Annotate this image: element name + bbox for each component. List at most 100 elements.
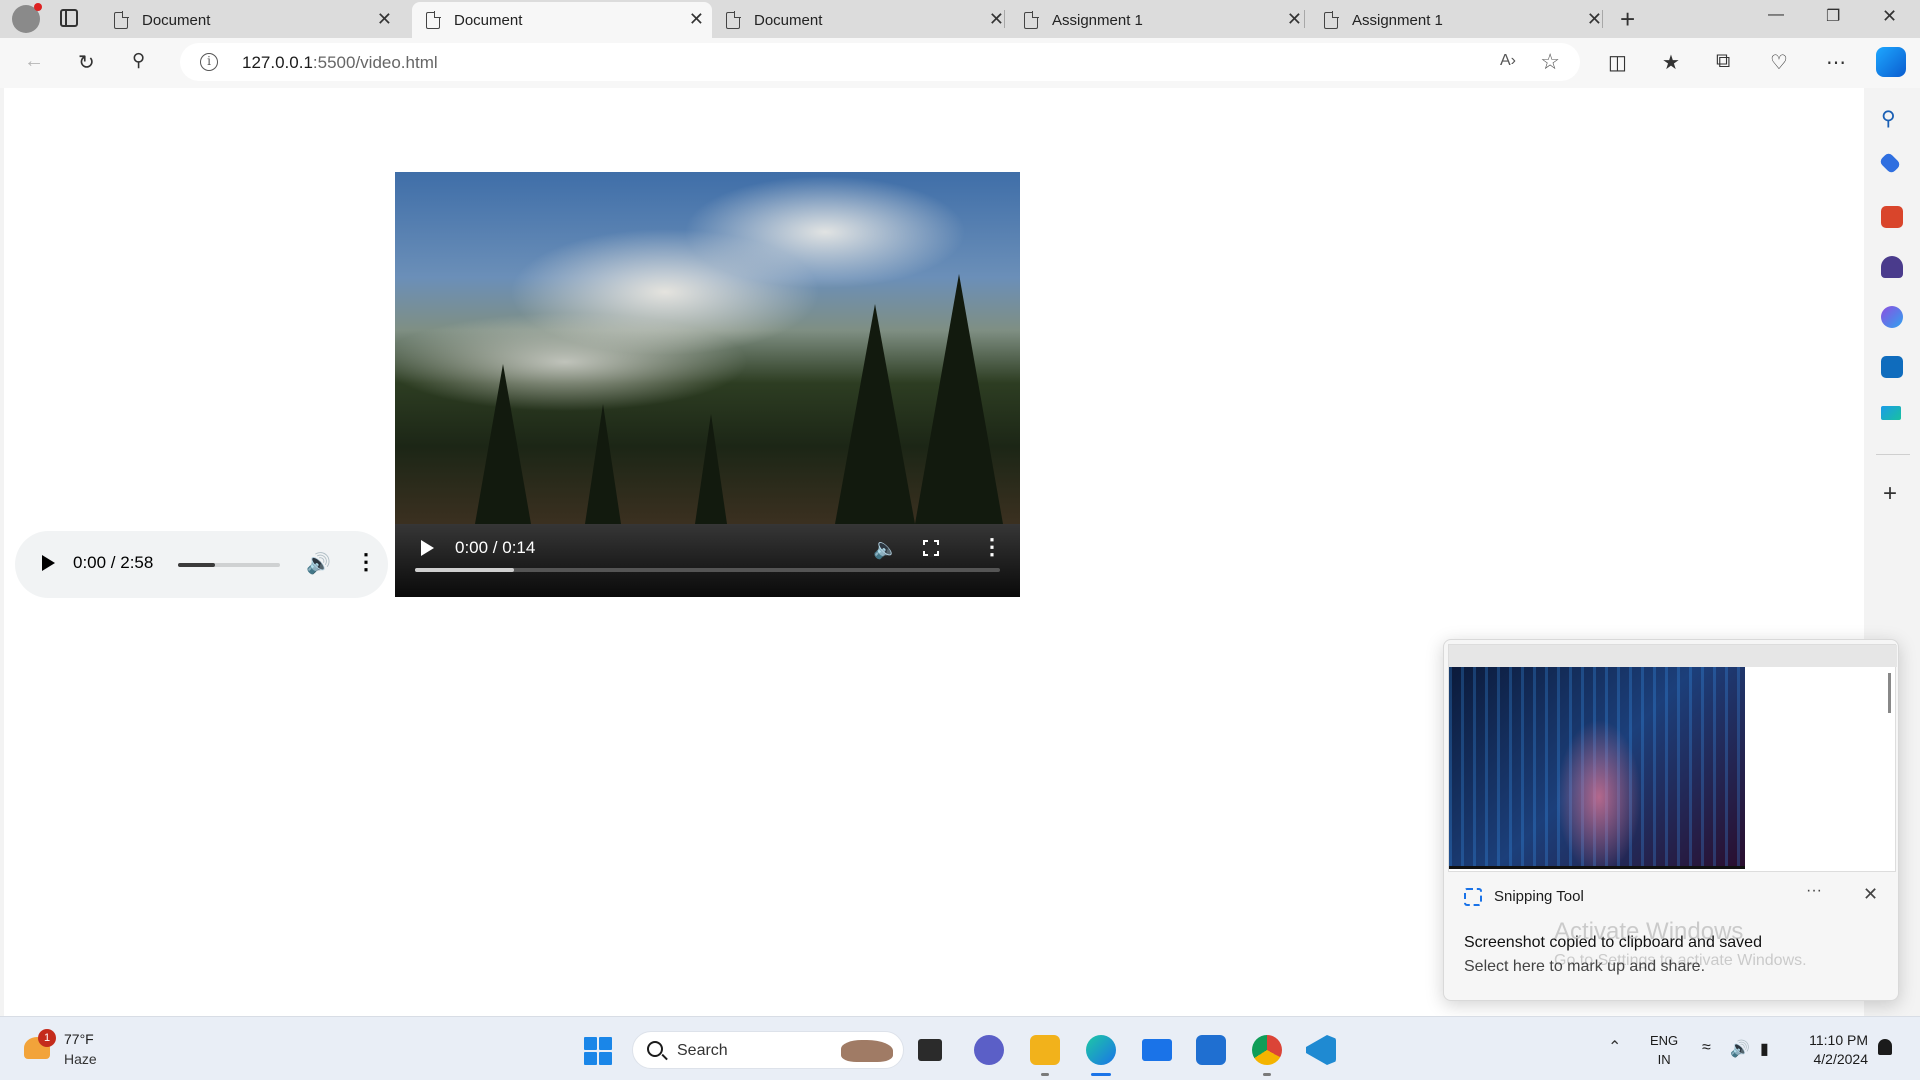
volume-level bbox=[178, 563, 215, 567]
minimize-icon[interactable]: — bbox=[1768, 6, 1784, 24]
address-bar[interactable]: i 127.0.0.1:5500/video.html A› ☆ bbox=[180, 43, 1580, 81]
weather-condition[interactable]: Haze bbox=[64, 1051, 97, 1067]
refresh-icon[interactable]: ↻ bbox=[78, 50, 95, 75]
tab-document-3[interactable]: Document ✕ bbox=[712, 2, 1012, 38]
battery-icon[interactable]: ▮ bbox=[1760, 1039, 1769, 1059]
show-hidden-icons-icon[interactable]: ⌃ bbox=[1608, 1037, 1621, 1057]
screenshot-thumbnail[interactable] bbox=[1448, 644, 1897, 872]
task-view-icon[interactable] bbox=[918, 1039, 942, 1061]
copilot-icon[interactable] bbox=[1876, 47, 1906, 77]
back-icon[interactable]: ← bbox=[24, 50, 44, 73]
sidebar-search-icon[interactable]: ⚲ bbox=[1881, 106, 1903, 130]
close-tab-icon[interactable]: ✕ bbox=[1287, 10, 1302, 28]
shopping-tag-icon[interactable] bbox=[1878, 151, 1902, 175]
video-time: 0:00 / 0:14 bbox=[455, 538, 536, 557]
play-icon[interactable] bbox=[42, 555, 55, 571]
close-tab-icon[interactable]: ✕ bbox=[1587, 10, 1602, 28]
video-mute-icon[interactable]: 🔈 bbox=[873, 536, 898, 561]
tree-shape bbox=[835, 304, 915, 524]
add-sidebar-app-icon[interactable]: + bbox=[1883, 480, 1897, 508]
snipping-tool-notification[interactable]: Snipping Tool ··· ✕ Activate Windows Go … bbox=[1443, 639, 1899, 1001]
tab-label: Document bbox=[454, 11, 523, 29]
wifi-icon[interactable]: ≈ bbox=[1702, 1039, 1711, 1057]
outlook-icon[interactable] bbox=[1881, 356, 1903, 378]
search-icon[interactable]: ⚲ bbox=[132, 50, 145, 71]
document-icon bbox=[426, 10, 441, 29]
search-icon bbox=[647, 1041, 663, 1057]
more-icon[interactable]: ⋯ bbox=[1826, 50, 1846, 75]
notification-app-name: Snipping Tool bbox=[1494, 888, 1584, 905]
tab-document-1[interactable]: Document ✕ bbox=[100, 2, 400, 38]
collections-icon[interactable]: ⧉ bbox=[1716, 50, 1730, 73]
favorites-icon[interactable]: ★ bbox=[1662, 50, 1680, 75]
video-more-icon[interactable]: ⋮ bbox=[981, 534, 1003, 560]
notification-body: Select here to mark up and share. bbox=[1464, 958, 1706, 975]
microsoft-365-icon[interactable] bbox=[1881, 306, 1903, 328]
weather-temperature[interactable]: 77°F bbox=[64, 1031, 94, 1047]
fullscreen-icon[interactable] bbox=[922, 539, 940, 557]
tab-assignment-2[interactable]: Assignment 1 ✕ bbox=[1310, 2, 1610, 38]
read-aloud-icon[interactable]: A› bbox=[1500, 52, 1516, 70]
mail-icon[interactable] bbox=[1142, 1039, 1172, 1061]
tree-shape bbox=[695, 414, 727, 524]
document-icon bbox=[1024, 10, 1039, 29]
tools-icon[interactable] bbox=[1881, 206, 1903, 228]
browser-essentials-icon[interactable]: ♡ bbox=[1770, 50, 1788, 75]
sidebar-divider bbox=[1876, 454, 1910, 455]
tab-label: Document bbox=[142, 11, 211, 29]
games-icon[interactable] bbox=[1881, 256, 1903, 278]
tab-document-2[interactable]: Document ✕ bbox=[412, 2, 712, 38]
file-explorer-icon[interactable] bbox=[1030, 1035, 1060, 1076]
notification-close-icon[interactable]: ✕ bbox=[1863, 884, 1878, 905]
close-tab-icon[interactable]: ✕ bbox=[377, 10, 392, 28]
tab-label: Document bbox=[754, 11, 823, 29]
thumbnail-image bbox=[1449, 667, 1745, 869]
volume-icon[interactable]: 🔊 bbox=[306, 551, 331, 576]
notification-more-icon[interactable]: ··· bbox=[1806, 882, 1822, 900]
tree-shape bbox=[585, 404, 621, 524]
notifications-bell-icon[interactable] bbox=[1878, 1039, 1892, 1055]
edge-icon[interactable] bbox=[1086, 1035, 1116, 1076]
clock[interactable]: 11:10 PM 4/2/2024 bbox=[1800, 1031, 1868, 1069]
video-frame bbox=[395, 172, 1020, 524]
snipping-tool-icon bbox=[1464, 888, 1482, 906]
drop-icon[interactable] bbox=[1881, 406, 1901, 420]
audio-time: 0:00 / 2:58 bbox=[73, 553, 154, 572]
navigation-toolbar: ← ↻ ⚲ i 127.0.0.1:5500/video.html A› ☆ ◫… bbox=[0, 38, 1920, 88]
video-progress-bar[interactable] bbox=[415, 568, 1000, 572]
volume-icon[interactable]: 🔊 bbox=[1730, 1039, 1750, 1059]
taskbar-search[interactable]: Search bbox=[632, 1031, 904, 1069]
store-icon[interactable] bbox=[1196, 1035, 1226, 1065]
tab-bar: Document ✕ Document ✕ Document ✕ Assignm… bbox=[0, 0, 1920, 38]
language-indicator[interactable]: ENG IN bbox=[1650, 1031, 1678, 1069]
chrome-icon[interactable] bbox=[1252, 1035, 1282, 1076]
audio-more-icon[interactable]: ⋮ bbox=[355, 549, 377, 575]
video-player[interactable]: 0:00 / 0:14 🔈 ⋮ bbox=[395, 172, 1020, 597]
profile-icon[interactable] bbox=[12, 3, 42, 33]
teams-chat-icon[interactable] bbox=[974, 1035, 1004, 1065]
tab-label: Assignment 1 bbox=[1352, 11, 1443, 29]
thumbnail-browser-bar bbox=[1449, 645, 1897, 667]
info-icon[interactable]: i bbox=[200, 53, 218, 71]
window-close-icon[interactable]: ✕ bbox=[1882, 6, 1897, 27]
vscode-icon[interactable] bbox=[1306, 1035, 1336, 1065]
favorite-star-icon[interactable]: ☆ bbox=[1540, 49, 1560, 75]
split-screen-icon[interactable]: ◫ bbox=[1608, 50, 1627, 75]
url-text[interactable]: 127.0.0.1:5500/video.html bbox=[242, 53, 438, 73]
tab-actions-icon[interactable] bbox=[60, 9, 78, 27]
close-tab-icon[interactable]: ✕ bbox=[689, 10, 704, 28]
audio-volume-slider[interactable] bbox=[178, 563, 280, 567]
notification-title: Screenshot copied to clipboard and saved bbox=[1464, 934, 1762, 951]
audio-player[interactable]: 0:00 / 2:58 🔊 ⋮ bbox=[15, 531, 388, 598]
video-play-icon[interactable] bbox=[421, 540, 434, 556]
restore-icon[interactable]: ❐ bbox=[1826, 6, 1840, 26]
tab-assignment-1[interactable]: Assignment 1 ✕ bbox=[1010, 2, 1310, 38]
close-tab-icon[interactable]: ✕ bbox=[989, 10, 1004, 28]
clock-time: 11:10 PM bbox=[1809, 1032, 1868, 1048]
tab-separator bbox=[1004, 10, 1005, 28]
start-icon[interactable] bbox=[584, 1037, 612, 1065]
video-controls: 0:00 / 0:14 🔈 ⋮ bbox=[395, 524, 1020, 597]
search-highlight-icon bbox=[841, 1040, 893, 1062]
new-tab-button[interactable]: + bbox=[1620, 4, 1635, 35]
tab-label: Assignment 1 bbox=[1052, 11, 1143, 29]
